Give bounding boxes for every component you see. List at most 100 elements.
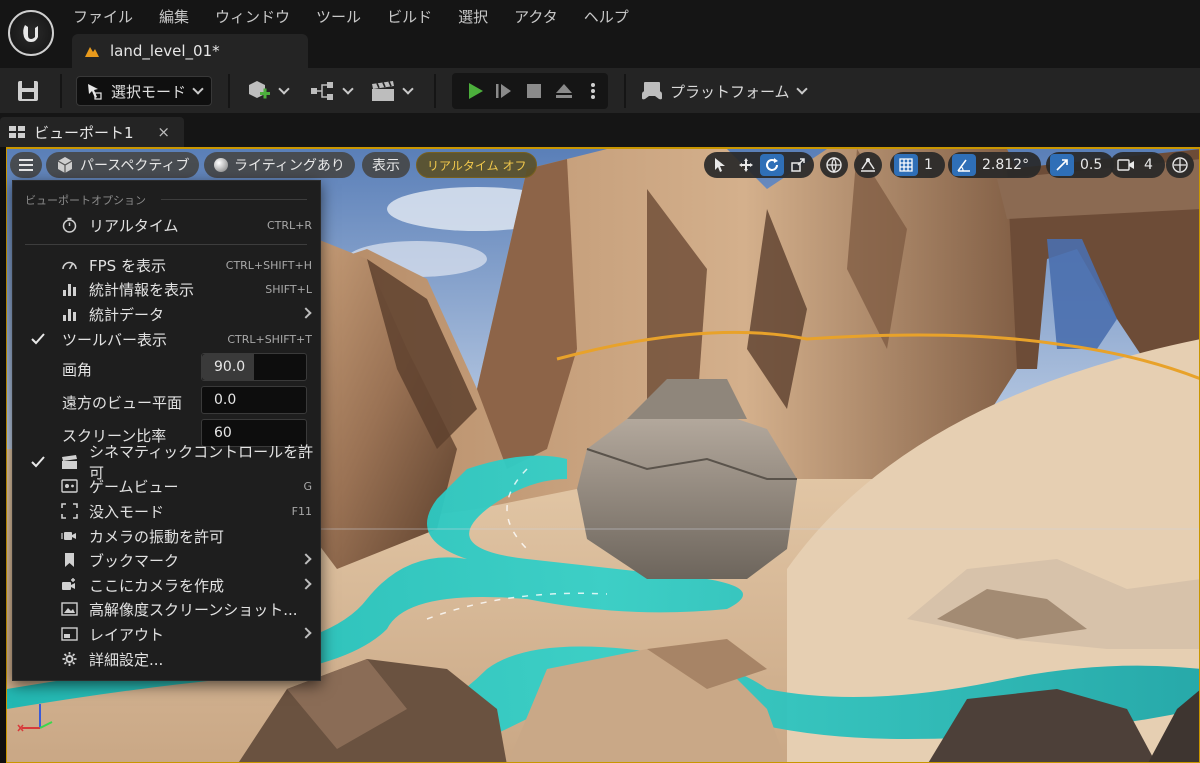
level-tab-label: land_level_01* xyxy=(110,42,220,60)
menu-item-show-stats[interactable]: 統計情報を表示 SHIFT+L xyxy=(13,277,322,301)
select-mode-button[interactable]: 選択モード xyxy=(76,76,212,106)
rotation-snap-control[interactable]: 2.812° xyxy=(948,152,1042,178)
advance-frame-icon xyxy=(496,84,512,98)
menu-item-shortcut: CTRL+SHIFT+T xyxy=(227,332,312,346)
blueprint-icon xyxy=(311,82,333,100)
bar-chart-icon xyxy=(63,284,76,296)
angle-snap-icon[interactable] xyxy=(952,154,976,176)
menu-build[interactable]: ビルド xyxy=(374,0,445,34)
menu-item-bookmarks[interactable]: ブックマーク xyxy=(13,548,322,572)
toolbar-divider xyxy=(624,74,626,108)
menu-item-stat-data[interactable]: 統計データ xyxy=(13,302,322,326)
camera-speed-control[interactable]: 4 xyxy=(1110,152,1165,178)
menu-item-advanced-settings[interactable]: 詳細設定... xyxy=(13,647,322,671)
grid-snap-control[interactable]: 1 xyxy=(890,152,945,178)
play-options-button[interactable] xyxy=(578,76,608,106)
menu-window[interactable]: ウィンドウ xyxy=(202,0,303,34)
perspective-label: パースペクティブ xyxy=(80,158,190,174)
scale-snap-control[interactable]: 0.5 xyxy=(1046,152,1115,178)
view-mode-button[interactable]: ライティングあり xyxy=(204,152,355,178)
menu-item-label: カメラの振動を許可 xyxy=(89,527,225,546)
realtime-off-badge[interactable]: リアルタイム オフ xyxy=(416,152,538,178)
rotation-snap-value: 2.812° xyxy=(982,157,1030,173)
level-tab[interactable]: land_level_01* xyxy=(72,34,308,68)
menu-item-show-fps[interactable]: FPS を表示 CTRL+SHIFT+H xyxy=(13,253,322,277)
eject-icon xyxy=(555,84,572,98)
globe-icon[interactable] xyxy=(822,154,846,176)
menu-file[interactable]: ファイル xyxy=(60,0,146,34)
far-view-plane-field[interactable]: 0.0 xyxy=(201,386,307,414)
world-local-toggle xyxy=(820,152,848,178)
menu-item-allow-cinematic-control[interactable]: シネマティックコントロールを許可 xyxy=(13,443,322,482)
cinematics-button[interactable] xyxy=(370,78,414,104)
camera-speed-icon[interactable] xyxy=(1114,154,1138,176)
perspective-cube-icon xyxy=(57,157,73,173)
menu-tools[interactable]: ツール xyxy=(303,0,374,34)
viewport-tab[interactable]: ビューポート1 × xyxy=(0,117,184,147)
menu-item-layouts[interactable]: レイアウト xyxy=(13,622,322,646)
close-tab-icon[interactable]: × xyxy=(157,123,170,141)
select-tool-icon[interactable] xyxy=(708,154,732,176)
more-vertical-icon xyxy=(591,83,596,99)
camera-shake-icon xyxy=(61,532,76,540)
menu-item-realtime[interactable]: リアルタイム CTRL+R xyxy=(13,213,322,237)
viewport-options-button[interactable] xyxy=(10,152,42,178)
unreal-logo-icon[interactable] xyxy=(8,10,54,56)
menu-help[interactable]: ヘルプ xyxy=(571,0,642,34)
submenu-arrow-icon xyxy=(300,553,312,565)
cube-add-icon xyxy=(249,81,270,99)
menu-item-label: 詳細設定... xyxy=(89,650,164,669)
menu-item-shortcut: SHIFT+L xyxy=(265,282,312,296)
save-icon[interactable] xyxy=(14,78,42,104)
layout-icon xyxy=(61,627,78,641)
surface-snap-icon[interactable] xyxy=(856,154,880,176)
surface-snap-toggle xyxy=(854,152,882,178)
main-toolbar: 選択モード プラットフォーム xyxy=(0,68,1200,113)
show-button[interactable]: 表示 xyxy=(362,152,410,178)
translate-tool-icon[interactable] xyxy=(734,154,758,176)
toolbar-divider xyxy=(434,74,436,108)
menu-divider xyxy=(25,244,307,245)
menu-divider xyxy=(161,199,307,200)
screen-percentage-value: 60 xyxy=(214,425,232,441)
menu-item-label: 高解像度スクリーンショット... xyxy=(89,600,298,619)
menu-item-label: レイアウト xyxy=(89,625,165,644)
grid-snap-icon[interactable] xyxy=(894,154,918,176)
scale-snap-icon[interactable] xyxy=(1050,154,1074,176)
platforms-button[interactable]: プラットフォーム xyxy=(640,78,808,104)
stopwatch-icon xyxy=(62,217,77,233)
menu-item-immersive-mode[interactable]: 没入モード F11 xyxy=(13,499,322,523)
menu-actor[interactable]: アクタ xyxy=(501,0,571,34)
menu-item-label: 統計情報を表示 xyxy=(89,280,195,299)
play-button[interactable] xyxy=(460,76,490,106)
menu-item-show-toolbar[interactable]: ツールバー表示 CTRL+SHIFT+T xyxy=(13,327,322,351)
blueprint-button[interactable] xyxy=(310,78,354,104)
viewport-layout-grid-icon[interactable] xyxy=(1168,154,1192,176)
menu-edit[interactable]: 編集 xyxy=(146,0,202,34)
perspective-button[interactable]: パースペクティブ xyxy=(46,152,200,178)
fullscreen-icon xyxy=(61,503,78,519)
add-actor-button[interactable] xyxy=(246,78,290,104)
menu-item-create-camera-here[interactable]: ここにカメラを作成 xyxy=(13,573,322,597)
show-label: 表示 xyxy=(372,158,400,174)
scale-snap-value: 0.5 xyxy=(1080,157,1103,173)
rotate-tool-icon[interactable] xyxy=(760,154,784,176)
checkmark-icon xyxy=(31,333,45,345)
menu-item-allow-camera-shake[interactable]: カメラの振動を許可 xyxy=(13,524,322,548)
menu-select[interactable]: 選択 xyxy=(445,0,501,34)
chevron-down-icon xyxy=(278,83,290,95)
bookmark-icon xyxy=(65,553,74,567)
fov-field[interactable]: 90.0 xyxy=(201,353,307,381)
submenu-arrow-icon xyxy=(300,578,312,590)
menu-item-game-view[interactable]: ゲームビュー G xyxy=(13,474,322,498)
menu-item-shortcut: CTRL+R xyxy=(266,218,312,232)
viewport-tab-label: ビューポート1 xyxy=(34,123,134,142)
speedometer-icon xyxy=(62,261,77,270)
scale-tool-icon[interactable] xyxy=(786,154,810,176)
menu-item-high-res-screenshot[interactable]: 高解像度スクリーンショット... xyxy=(13,597,322,621)
eject-button[interactable] xyxy=(549,76,579,106)
platforms-label: プラットフォーム xyxy=(670,82,790,101)
stop-button[interactable] xyxy=(519,76,549,106)
advance-frame-button[interactable] xyxy=(490,76,520,106)
menu-item-shortcut: F11 xyxy=(291,504,312,518)
